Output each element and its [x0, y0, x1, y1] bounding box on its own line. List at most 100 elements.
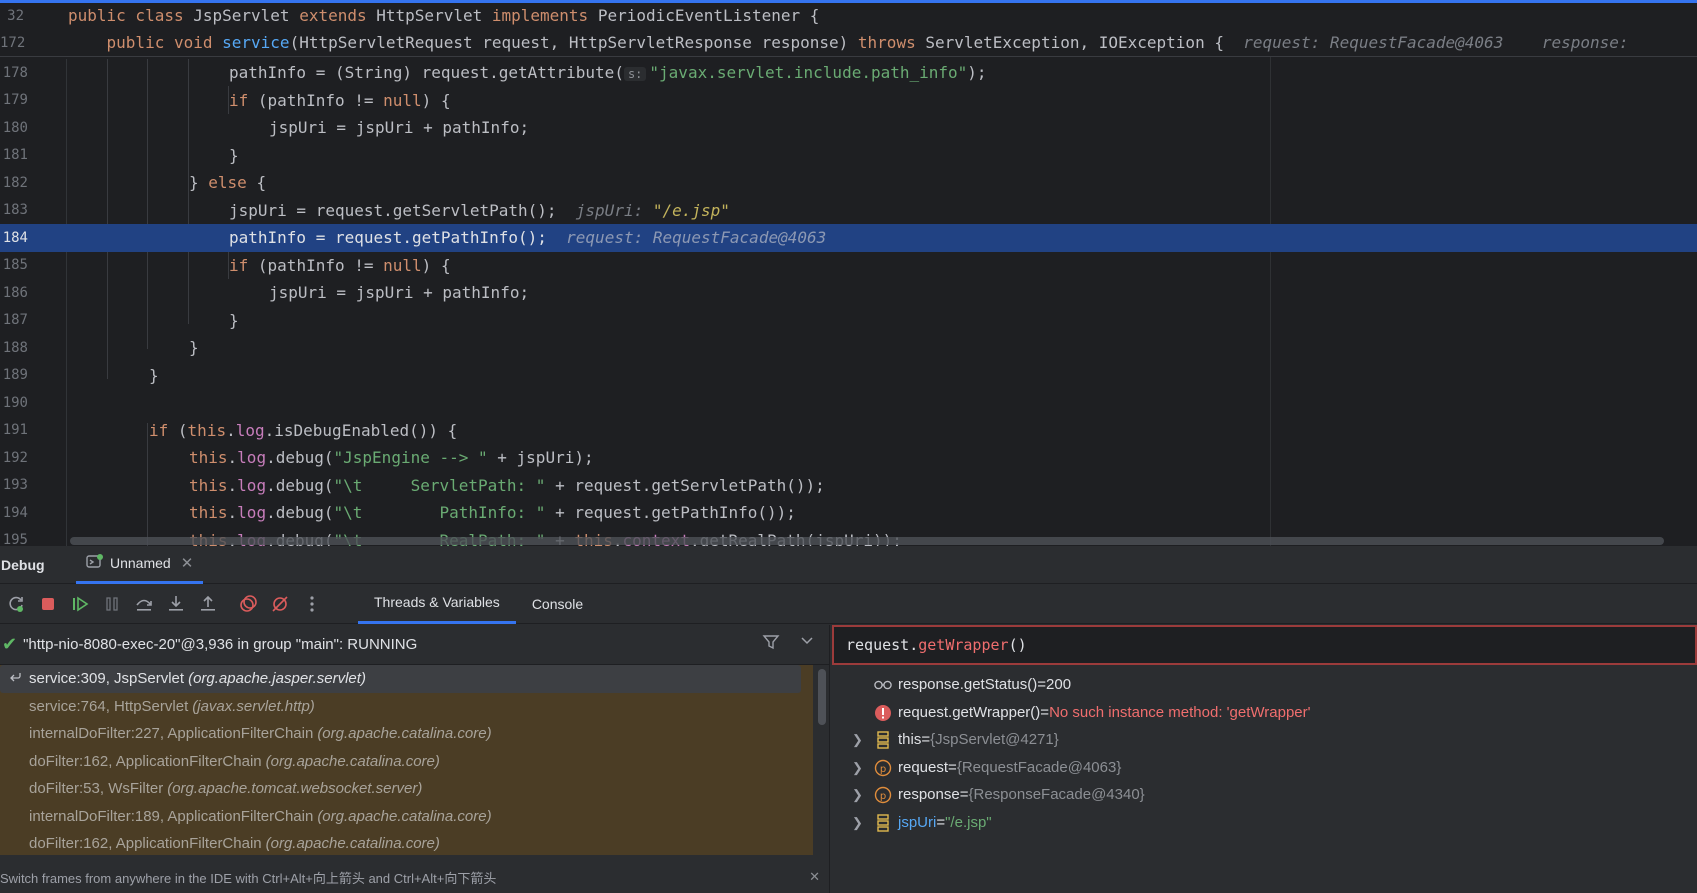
code-line[interactable]: 188 } — [0, 334, 1697, 362]
step-out-button[interactable] — [192, 589, 224, 619]
code-line[interactable]: 183 jspUri = request.getServletPath(); j… — [0, 197, 1697, 225]
svg-text:p: p — [880, 764, 886, 775]
code-line[interactable]: 178 pathInfo = (String) request.getAttri… — [0, 59, 1697, 87]
code-text: pathInfo = (String) request.getAttribute… — [229, 63, 987, 83]
filter-icon[interactable] — [762, 633, 780, 655]
variable-row[interactable]: ❯ p request = {RequestFacade@4063} — [832, 754, 1697, 782]
current-execution-line[interactable]: 184 pathInfo = request.getPathInfo(); re… — [0, 224, 1697, 252]
line-number: 178 — [2, 64, 28, 81]
var-name: request — [898, 758, 949, 776]
code-text: pathInfo = request.getPathInfo(); reques… — [229, 228, 827, 248]
line-number: 189 — [2, 367, 28, 384]
code-line[interactable]: 194 this.log.debug("\t PathInfo: " + req… — [0, 499, 1697, 527]
code-line[interactable]: 181 } — [0, 142, 1697, 170]
var-eq: = — [948, 758, 957, 776]
chevron-right-icon[interactable]: ❯ — [852, 815, 863, 831]
stack-frame[interactable]: doFilter:162, ApplicationFilterChain (or… — [0, 748, 813, 776]
stack-frame[interactable]: service:309, JspServlet (org.apache.jasp… — [0, 665, 801, 693]
view-breakpoints-button[interactable] — [232, 589, 264, 619]
rerun-button[interactable] — [0, 589, 32, 619]
session-tab-unnamed[interactable]: Unnamed ✕ — [76, 546, 204, 584]
code-line[interactable]: 189 } — [0, 362, 1697, 390]
horizontal-scrollbar[interactable] — [70, 537, 1664, 545]
var-eq: = — [936, 813, 946, 831]
evaluate-expression-input[interactable]: request. getWrapper() — [832, 625, 1697, 665]
pause-icon — [106, 596, 118, 611]
variable-row[interactable]: ❯ jspUri = "/e.jsp" — [832, 809, 1697, 837]
thread-selector[interactable]: ✔ "http-nio-8080-exec-20"@3,936 in group… — [0, 625, 829, 665]
code-line[interactable]: 186 jspUri = jspUri + pathInfo; — [0, 279, 1697, 307]
var-value: 200 — [1046, 676, 1072, 694]
code-line[interactable]: 179 if (pathInfo != null) { — [0, 87, 1697, 115]
stack-frame[interactable]: service:764, HttpServlet (javax.servlet.… — [0, 693, 813, 721]
step-into-button[interactable] — [160, 589, 192, 619]
frame-package: (org.apache.catalina.core) — [265, 752, 440, 770]
thread-label: "http-nio-8080-exec-20"@3,936 in group "… — [23, 636, 418, 653]
stack-frame[interactable]: internalDoFilter:189, ApplicationFilterC… — [0, 803, 813, 831]
var-name: response — [898, 786, 960, 804]
code-area[interactable]: 178 pathInfo = (String) request.getAttri… — [0, 59, 1697, 546]
code-line[interactable]: 192 this.log.debug("JspEngine --> " + js… — [0, 444, 1697, 472]
code-text: if (pathInfo != null) { — [229, 255, 451, 275]
chevron-right-icon[interactable]: ❯ — [852, 732, 863, 748]
frame-method: service:764, HttpServlet — [29, 697, 189, 715]
local-variable-icon — [874, 813, 892, 832]
line-number: 181 — [2, 147, 28, 164]
frame-method: doFilter:53, WsFilter — [29, 780, 164, 798]
pause-button[interactable] — [96, 589, 128, 619]
step-over-button[interactable] — [128, 589, 160, 619]
line-number: 192 — [2, 449, 28, 466]
stack-frame[interactable]: doFilter:162, ApplicationFilterChain (or… — [0, 830, 813, 855]
tip-text: Switch frames from anywhere in the IDE w… — [0, 870, 497, 886]
chevron-right-icon[interactable]: ❯ — [852, 787, 863, 803]
frames-scrollbar[interactable] — [818, 665, 826, 855]
code-line[interactable]: 180 jspUri = jspUri + pathInfo; — [0, 114, 1697, 142]
stop-button[interactable] — [32, 589, 64, 619]
step-out-icon — [201, 595, 215, 611]
code-line[interactable]: 191 if (this.log.isDebugEnabled()) { — [0, 417, 1697, 445]
var-value: {ResponseFacade@4340} — [968, 786, 1145, 804]
stack-frame[interactable]: doFilter:53, WsFilter (org.apache.tomcat… — [0, 775, 813, 803]
stack-frame[interactable]: internalDoFilter:227, ApplicationFilterC… — [0, 720, 813, 748]
variable-row[interactable]: ❯ this = {JspServlet@4271} — [832, 726, 1697, 754]
code-editor[interactable]: 32 public class JspServlet extends HttpS… — [0, 0, 1697, 546]
debug-title: Debug — [1, 556, 45, 573]
code-line[interactable]: 182 } else { — [0, 169, 1697, 197]
code-text: } — [229, 145, 239, 165]
more-vertical-icon — [310, 595, 314, 612]
tab-threads-variables[interactable]: Threads & Variables — [358, 584, 516, 624]
resume-button[interactable] — [64, 589, 96, 619]
code-line[interactable]: 185 if (pathInfo != null) { — [0, 252, 1697, 280]
line-number: 188 — [2, 339, 28, 356]
stop-icon — [42, 597, 54, 610]
close-icon[interactable]: ✕ — [181, 554, 194, 572]
parameter-icon: p — [874, 786, 892, 804]
parameter-hint: s: — [623, 67, 647, 82]
frame-method: service:309, JspServlet — [29, 670, 185, 688]
code-line[interactable]: 190 — [0, 389, 1697, 417]
sticky-line-method[interactable]: 172 public void service(HttpServletReque… — [0, 30, 1697, 57]
code-text: public void service(HttpServletRequest r… — [106, 33, 1629, 52]
code-text: } — [189, 338, 199, 358]
debug-tool-window: Debug Unnamed ✕ Threads & Variables Cons… — [0, 546, 1697, 893]
sticky-line-class[interactable]: 32 public class JspServlet extends HttpS… — [0, 3, 1697, 30]
chevron-right-icon[interactable]: ❯ — [852, 760, 863, 776]
var-eq: = — [1037, 676, 1047, 694]
more-actions-button[interactable] — [296, 589, 328, 619]
error-row[interactable]: request.getWrapper() = No such instance … — [832, 699, 1697, 727]
frame-list[interactable]: service:309, JspServlet (org.apache.jasp… — [0, 665, 813, 855]
chevron-down-icon[interactable] — [800, 633, 814, 651]
tab-console[interactable]: Console — [516, 584, 599, 624]
watch-row[interactable]: response.getStatus() = 200 — [832, 671, 1697, 699]
close-icon[interactable]: ✕ — [809, 869, 820, 885]
line-number: 180 — [2, 119, 28, 136]
variables-tree[interactable]: response.getStatus() = 200 request.getWr… — [832, 671, 1697, 836]
variable-row[interactable]: ❯ p response = {ResponseFacade@4340} — [832, 781, 1697, 809]
code-text: this.log.debug("\t PathInfo: " + request… — [189, 503, 796, 523]
code-line[interactable]: 187 } — [0, 307, 1697, 335]
var-eq: = — [959, 786, 969, 804]
code-line[interactable]: 193 this.log.debug("\t ServletPath: " + … — [0, 472, 1697, 500]
frame-package: (javax.servlet.http) — [192, 697, 315, 715]
mute-breakpoints-button[interactable] — [264, 589, 296, 619]
resume-icon — [73, 596, 89, 611]
